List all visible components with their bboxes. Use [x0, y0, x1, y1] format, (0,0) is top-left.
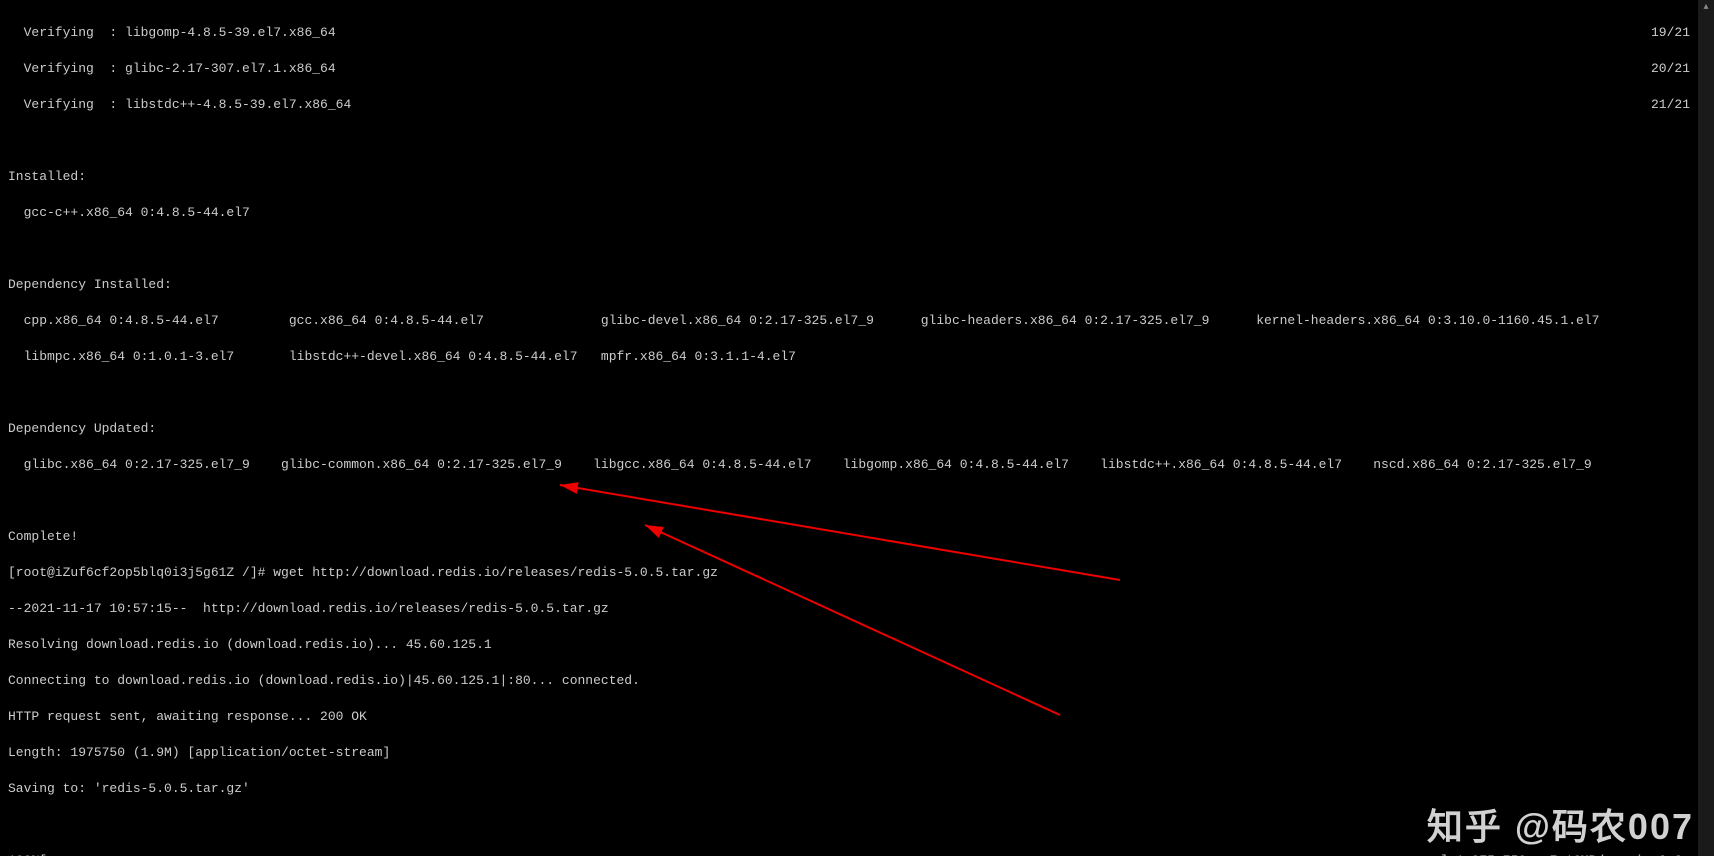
scrollbar[interactable]: ▴: [1698, 0, 1714, 856]
scroll-up-icon[interactable]: ▴: [1698, 0, 1714, 16]
wget-output: Length: 1975750 (1.9M) [application/octe…: [8, 744, 1706, 762]
verify-line: Verifying : libgomp-4.8.5-39.el7.x86_641…: [8, 24, 1706, 42]
dep-updated-header: Dependency Updated:: [8, 420, 1706, 438]
watermark-text: @码农007: [1515, 818, 1694, 836]
wget-output: HTTP request sent, awaiting response... …: [8, 708, 1706, 726]
installed-pkg: gcc-c++.x86_64 0:4.8.5-44.el7: [8, 204, 1706, 222]
zhihu-logo-icon: 知乎: [1427, 818, 1503, 836]
terminal-output[interactable]: Verifying : libgomp-4.8.5-39.el7.x86_641…: [0, 0, 1714, 856]
complete: Complete!: [8, 528, 1706, 546]
watermark: 知乎 @码农007: [1427, 818, 1694, 836]
wget-output: Saving to: 'redis-5.0.5.tar.gz': [8, 780, 1706, 798]
wget-output: --2021-11-17 10:57:15-- http://download.…: [8, 600, 1706, 618]
verify-line: Verifying : libstdc++-4.8.5-39.el7.x86_6…: [8, 96, 1706, 114]
progress-bar: 100%[===================================…: [8, 852, 1706, 856]
wget-command: [root@iZuf6cf2op5blq0i3j5g61Z /]# wget h…: [8, 564, 1706, 582]
wget-output: Resolving download.redis.io (download.re…: [8, 636, 1706, 654]
dep-installed-pkgs: cpp.x86_64 0:4.8.5-44.el7 gcc.x86_64 0:4…: [8, 312, 1706, 330]
dep-updated-pkgs: glibc.x86_64 0:2.17-325.el7_9 glibc-comm…: [8, 456, 1706, 474]
wget-output: Connecting to download.redis.io (downloa…: [8, 672, 1706, 690]
dep-installed-header: Dependency Installed:: [8, 276, 1706, 294]
dep-installed-pkgs: libmpc.x86_64 0:1.0.1-3.el7 libstdc++-de…: [8, 348, 1706, 366]
verify-line: Verifying : glibc-2.17-307.el7.1.x86_642…: [8, 60, 1706, 78]
installed-header: Installed:: [8, 168, 1706, 186]
